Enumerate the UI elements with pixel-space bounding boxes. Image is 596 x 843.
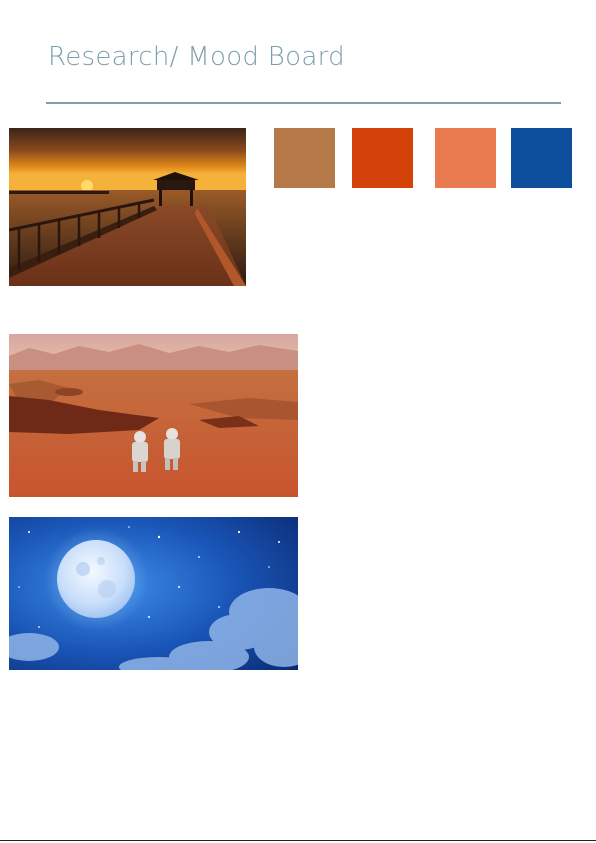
page-title: Research/ Mood Board	[48, 42, 345, 72]
color-swatch-coral	[435, 128, 496, 188]
color-swatch-brown	[274, 128, 335, 188]
color-swatch-blue	[511, 128, 572, 188]
astronauts-on-mars-image	[9, 334, 298, 497]
moon-in-starry-sky-image	[9, 517, 298, 670]
sunset-pier-image	[9, 128, 246, 286]
title-divider	[46, 102, 561, 104]
color-swatch-red-orange	[352, 128, 413, 188]
page-bottom-edge	[0, 840, 596, 841]
